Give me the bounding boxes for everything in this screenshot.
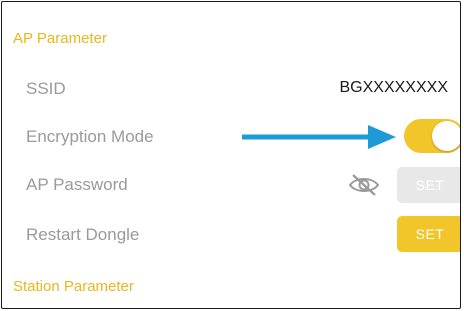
encryption-mode-label: Encryption Mode — [26, 127, 154, 146]
ssid-value: BGXXXXXXXX — [339, 79, 449, 96]
toggle-knob — [432, 121, 460, 151]
eye-slash-icon[interactable] — [347, 173, 381, 197]
restart-dongle-set-button[interactable]: SET — [397, 216, 460, 252]
ap-password-set-button[interactable]: SET — [397, 167, 460, 203]
encryption-mode-toggle[interactable] — [404, 119, 460, 153]
section-header-ap-parameter: AP Parameter — [13, 30, 107, 47]
section-header-station-parameter: Station Parameter — [13, 278, 134, 295]
restart-dongle-label: Restart Dongle — [26, 225, 140, 244]
ssid-label: SSID — [26, 79, 66, 98]
settings-panel: AP Parameter SSID BGXXXXXXXX Encryption … — [1, 1, 461, 309]
right-arrow-icon — [242, 125, 396, 149]
ap-password-label: AP Password — [26, 175, 128, 194]
